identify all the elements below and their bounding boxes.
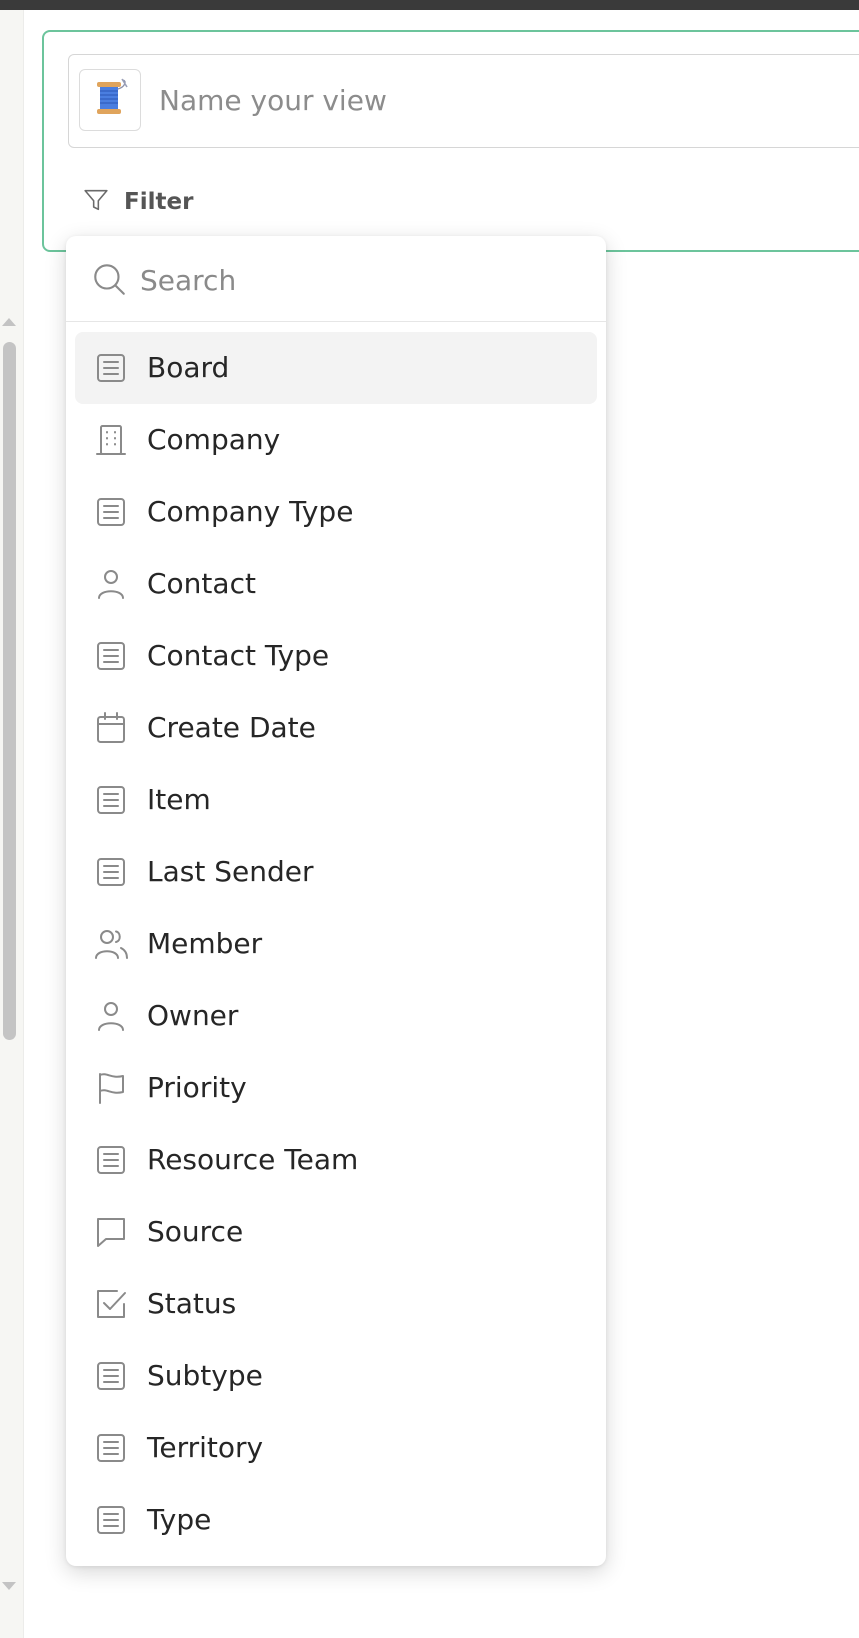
app-top-bar — [0, 0, 859, 10]
field-option-label: Subtype — [147, 1359, 263, 1392]
field-option-company[interactable]: Company — [75, 404, 597, 476]
field-option-last-sender[interactable]: Last Sender — [75, 836, 597, 908]
field-option-label: Company — [147, 423, 281, 456]
field-option-label: Member — [147, 927, 263, 960]
field-option-label: Item — [147, 783, 211, 816]
field-option-status[interactable]: Status — [75, 1268, 597, 1340]
field-option-member[interactable]: Member — [75, 908, 597, 980]
filter-field-dropdown: Board Company Company Type Contact Contact T… — [66, 236, 606, 1566]
view-editor-card: Filter — [42, 30, 859, 252]
field-option-label: Last Sender — [147, 855, 314, 888]
field-option-label: Priority — [147, 1071, 247, 1104]
field-option-label: Resource Team — [147, 1143, 359, 1176]
thread-spool-icon — [89, 77, 131, 123]
field-option-label: Territory — [147, 1431, 264, 1464]
field-list: Board Company Company Type Contact Contact T… — [66, 332, 606, 1556]
field-option-label: Company Type — [147, 495, 354, 528]
scroll-up-arrow[interactable] — [2, 318, 16, 326]
building-icon — [93, 422, 129, 458]
field-option-label: Source — [147, 1215, 244, 1248]
field-option-label: Type — [147, 1503, 212, 1536]
text-field-icon — [93, 782, 129, 818]
text-field-icon — [93, 350, 129, 386]
field-option-label: Contact Type — [147, 639, 330, 672]
emoji-picker-button[interactable] — [79, 69, 141, 131]
text-field-icon — [93, 1430, 129, 1466]
left-gutter — [0, 10, 24, 1638]
text-field-icon — [93, 1358, 129, 1394]
field-option-label: Create Date — [147, 711, 316, 744]
field-option-owner[interactable]: Owner — [75, 980, 597, 1052]
field-option-contact-type[interactable]: Contact Type — [75, 620, 597, 692]
field-option-priority[interactable]: Priority — [75, 1052, 597, 1124]
field-option-resource-team[interactable]: Resource Team — [75, 1124, 597, 1196]
field-option-item[interactable]: Item — [75, 764, 597, 836]
checkbox-icon — [93, 1286, 129, 1322]
view-name-input[interactable] — [159, 71, 859, 129]
dropdown-search-input[interactable] — [140, 256, 580, 304]
person-icon — [93, 566, 129, 602]
field-option-create-date[interactable]: Create Date — [75, 692, 597, 764]
text-field-icon — [93, 638, 129, 674]
field-option-company-type[interactable]: Company Type — [75, 476, 597, 548]
flag-icon — [93, 1070, 129, 1106]
field-option-subtype[interactable]: Subtype — [75, 1340, 597, 1412]
text-field-icon — [93, 1142, 129, 1178]
field-option-label: Board — [147, 351, 230, 384]
filter-button[interactable]: Filter — [82, 182, 193, 222]
people-icon — [93, 926, 129, 962]
dropdown-search-row — [66, 236, 606, 322]
search-icon — [90, 260, 128, 298]
field-option-source[interactable]: Source — [75, 1196, 597, 1268]
field-option-territory[interactable]: Territory — [75, 1412, 597, 1484]
field-option-contact[interactable]: Contact — [75, 548, 597, 620]
scroll-down-arrow[interactable] — [2, 1582, 16, 1590]
field-option-type[interactable]: Type — [75, 1484, 597, 1556]
field-option-board[interactable]: Board — [75, 332, 597, 404]
filter-label: Filter — [124, 189, 194, 215]
view-name-row — [68, 54, 859, 148]
calendar-icon — [93, 710, 129, 746]
field-option-label: Status — [147, 1287, 237, 1320]
field-option-label: Owner — [147, 999, 239, 1032]
text-field-icon — [93, 854, 129, 890]
field-option-label: Contact — [147, 567, 256, 600]
person-icon — [93, 998, 129, 1034]
chat-bubble-icon — [93, 1214, 129, 1250]
text-field-icon — [93, 1502, 129, 1538]
text-field-icon — [93, 494, 129, 530]
filter-icon — [82, 186, 110, 218]
scrollbar-thumb[interactable] — [3, 342, 16, 1040]
